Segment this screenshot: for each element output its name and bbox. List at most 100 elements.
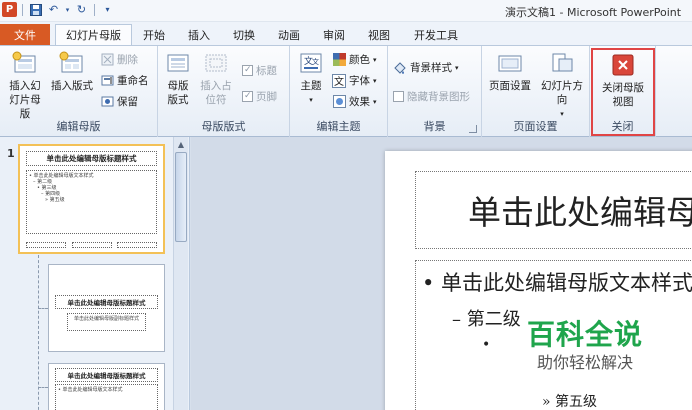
page-setup-label: 页面设置 <box>489 80 531 92</box>
thumbnail-pane: 1 单击此处编辑母版标题样式 • 单击此处编辑母版文本样式 – 第二级 • 第三… <box>0 137 190 410</box>
redo-icon[interactable]: ↻ <box>74 2 89 17</box>
group-background: 背景样式 ▾ 隐藏背景图形 背景 <box>388 46 482 137</box>
themes-button[interactable]: 文文 主题 ▾ <box>294 49 328 107</box>
tab-file[interactable]: 文件 <box>0 24 50 45</box>
tab-insert[interactable]: 插入 <box>185 24 213 45</box>
insert-layout-button[interactable]: 插入版式 <box>49 49 95 93</box>
effects-dropdown-icon: ▾ <box>373 97 377 106</box>
watermark-main-text: 百科全说 <box>526 318 643 351</box>
save-icon[interactable] <box>28 2 43 17</box>
thumb-layout1-subtitle: 单击此处编辑母版副标题样式 <box>67 313 146 331</box>
qat-separator <box>22 3 23 16</box>
master-layout-button[interactable]: 母版版式 <box>162 49 194 107</box>
group-edit-master: 插入幻灯片母版 插入版式 删除 重命名 保留 编辑母版 <box>0 46 158 137</box>
effects-label: 效果 <box>349 96 370 108</box>
powerpoint-logo-icon[interactable]: P <box>2 2 17 17</box>
body-level-2: – 第二级 <box>452 309 521 330</box>
layout-thumbnail-content[interactable]: 单击此处编辑母版标题样式 • 单击此处编辑母版文本样式 <box>48 363 165 410</box>
colors-button[interactable]: 颜色 ▾ <box>332 52 377 67</box>
quick-access-toolbar: P ↶ ▾ ↻ ▾ <box>2 2 115 17</box>
themes-icon: 文文 <box>296 49 326 77</box>
thumb-master-title: 单击此处编辑母版标题样式 <box>26 151 157 166</box>
footer-checkbox-box <box>242 91 253 102</box>
slide-orientation-icon <box>547 49 577 77</box>
background-styles-label: 背景样式 <box>410 62 452 74</box>
undo-dropdown-icon[interactable]: ▾ <box>64 2 71 17</box>
hide-background-graphics-box <box>393 91 404 102</box>
watermark: 百科全说 助你轻松解决 <box>520 318 650 374</box>
insert-placeholder-icon <box>201 49 231 77</box>
tab-animations[interactable]: 动画 <box>275 24 303 45</box>
thumbnail-tree-branch <box>38 308 48 309</box>
pushpin-icon <box>100 95 114 109</box>
effects-button[interactable]: 效果 ▾ <box>332 94 377 109</box>
themes-label: 主题 <box>300 80 322 92</box>
insert-layout-icon <box>57 49 87 77</box>
insert-placeholder-button[interactable]: 插入占位符 <box>198 49 234 107</box>
page-setup-button[interactable]: 页面设置 <box>486 49 534 93</box>
delete-icon <box>100 53 114 67</box>
group-label-page-setup: 页面设置 <box>513 120 558 133</box>
insert-slide-master-button[interactable]: 插入幻灯片母版 <box>2 49 48 121</box>
footer-checkbox-label: 页脚 <box>256 91 277 103</box>
insert-placeholder-label: 插入占位符 <box>200 80 232 106</box>
fonts-button[interactable]: 文 字体 ▾ <box>332 73 377 88</box>
preserve-button[interactable]: 保留 <box>100 94 138 109</box>
fonts-icon: 文 <box>332 73 346 88</box>
watermark-sub-text: 助你轻松解决 <box>536 353 633 372</box>
hide-background-graphics-checkbox[interactable]: 隐藏背景图形 <box>393 89 470 104</box>
title-checkbox-label: 标题 <box>256 65 277 77</box>
thumbnail-scrollbar[interactable]: ▲ <box>173 137 188 410</box>
title-checkbox[interactable]: 标题 <box>242 63 277 78</box>
svg-text:文: 文 <box>312 57 319 66</box>
group-page-setup: 页面设置 幻灯片方向 ▾ 页面设置 <box>482 46 590 137</box>
thumb-layout1-title: 单击此处编辑母版标题样式 <box>55 295 158 309</box>
slide-orientation-label: 幻灯片方向 <box>541 80 583 106</box>
tab-view[interactable]: 视图 <box>365 24 393 45</box>
fonts-label: 字体 <box>349 75 370 87</box>
thumb-layout2-body: • 单击此处编辑母版文本样式 <box>55 384 158 410</box>
themes-dropdown-icon: ▾ <box>309 96 313 104</box>
body-level-1: • 单击此处编辑母版文本样式 <box>422 271 692 295</box>
thumb-master-body: • 单击此处编辑母版文本样式 – 第二级 • 第三级 – 第四级 » 第五级 <box>26 170 157 234</box>
thumb-layout2-title: 单击此处编辑母版标题样式 <box>55 368 158 382</box>
background-styles-button[interactable]: 背景样式 ▾ <box>393 60 459 75</box>
body-level-5: » 第五级 <box>542 394 598 410</box>
work-area: 1 单击此处编辑母版标题样式 • 单击此处编辑母版文本样式 – 第二级 • 第三… <box>0 137 692 410</box>
insert-slide-master-icon <box>10 49 40 77</box>
colors-dropdown-icon: ▾ <box>373 55 377 64</box>
page-setup-icon <box>495 49 525 77</box>
tab-slide-master[interactable]: 幻灯片母版 <box>55 24 132 45</box>
ribbon-tab-row: 文件 幻灯片母版 开始 插入 切换 动画 审阅 视图 开发工具 <box>0 22 692 45</box>
colors-label: 颜色 <box>349 54 370 66</box>
thumbnail-tree-branch <box>38 387 48 388</box>
slide-master-thumbnail[interactable]: 单击此处编辑母版标题样式 • 单击此处编辑母版文本样式 – 第二级 • 第三级 … <box>18 144 165 254</box>
scroll-up-arrow-icon[interactable]: ▲ <box>174 137 188 151</box>
group-label-master-layout: 母版版式 <box>201 120 246 133</box>
footer-checkbox[interactable]: 页脚 <box>242 89 277 104</box>
delete-button[interactable]: 删除 <box>100 52 138 67</box>
thumb-master-number-placeholder <box>117 242 157 248</box>
master-layout-icon <box>163 49 193 77</box>
slide-number: 1 <box>7 147 15 160</box>
effects-icon <box>332 95 346 109</box>
delete-label: 删除 <box>117 54 138 66</box>
rename-icon <box>100 74 114 88</box>
close-highlight-box <box>591 48 655 136</box>
tab-transitions[interactable]: 切换 <box>230 24 258 45</box>
scroll-thumb[interactable] <box>175 152 187 242</box>
undo-icon[interactable]: ↶ <box>46 2 61 17</box>
rename-label: 重命名 <box>117 75 149 87</box>
preserve-label: 保留 <box>117 96 138 108</box>
slide-orientation-button[interactable]: 幻灯片方向 ▾ <box>536 49 588 121</box>
customize-qat-icon[interactable]: ▾ <box>100 2 115 17</box>
title-placeholder[interactable]: 单击此处编辑母版标题样式 <box>415 171 692 249</box>
thumb-master-body-l5: » 第五级 <box>45 197 65 203</box>
group-edit-theme: 文文 主题 ▾ 颜色 ▾ 文 字体 ▾ 效果 ▾ 编辑主题 <box>290 46 388 137</box>
tab-review[interactable]: 审阅 <box>320 24 348 45</box>
tab-home[interactable]: 开始 <box>140 24 168 45</box>
thumb-master-date-placeholder <box>26 242 66 248</box>
layout-thumbnail-title[interactable]: 单击此处编辑母版标题样式 单击此处编辑母版副标题样式 <box>48 264 165 352</box>
tab-developer[interactable]: 开发工具 <box>410 24 462 45</box>
rename-button[interactable]: 重命名 <box>100 73 149 88</box>
